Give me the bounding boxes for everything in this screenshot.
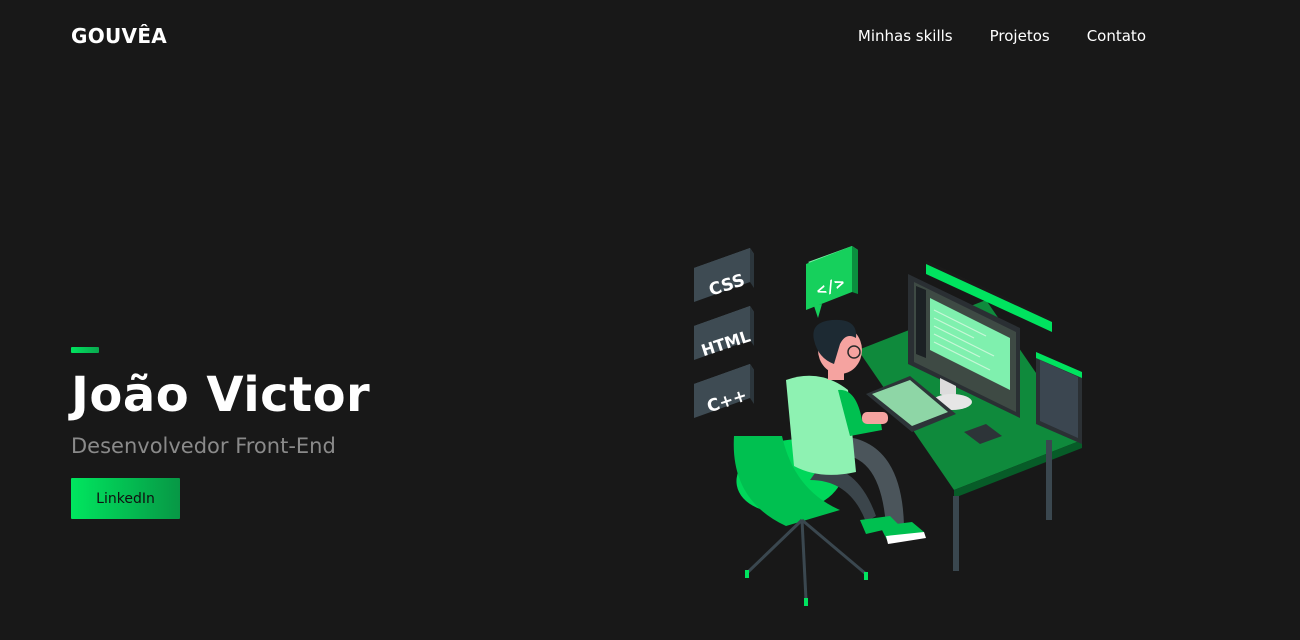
accent-bar: [71, 347, 99, 353]
logo[interactable]: GOUVÊA: [71, 24, 167, 48]
hero-role: Desenvolvedor Front-End: [71, 434, 336, 458]
html-tag: HTML: [694, 306, 754, 360]
nav-link-contato[interactable]: Contato: [1087, 27, 1146, 45]
nav-link-projetos[interactable]: Projetos: [990, 27, 1050, 45]
code-bubble-icon: </>: [806, 246, 858, 318]
nav-link-skills[interactable]: Minhas skills: [858, 27, 953, 45]
site-header: GOUVÊA Minhas skills Projetos Contato: [0, 0, 1300, 74]
linkedin-button[interactable]: LinkedIn: [71, 478, 180, 519]
css-tag: CSS: [694, 248, 754, 302]
developer-illustration: CSS HTML C++ </>: [694, 246, 1082, 606]
cpp-tag: C++: [694, 364, 754, 418]
hero-section: João Victor Desenvolvedor Front-End Link…: [71, 347, 370, 519]
main-nav: Minhas skills Projetos Contato: [858, 27, 1146, 45]
hero-name: João Victor: [71, 367, 371, 423]
